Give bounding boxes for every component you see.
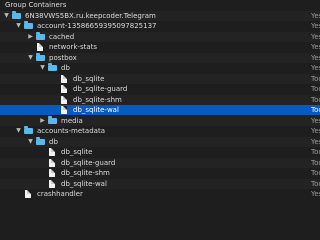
file-row[interactable]: network-stats Yes [0,42,320,52]
kind-column-cell: Yes [311,43,320,51]
document-icon [49,158,55,167]
group-header[interactable]: Group Containers [0,0,320,10]
folder-icon [12,10,21,19]
document-icon [61,95,67,104]
item-name: db_sqlite-wal [73,106,119,114]
item-name: accounts-metadata [37,127,105,135]
folder-row[interactable]: ▶ media Yes [0,115,320,126]
file-row[interactable]: db_sqlite-guard Too [0,84,320,94]
document-icon [61,106,67,114]
folder-icon [24,126,33,134]
item-name: Group Containers [5,1,67,9]
folder-row[interactable]: ▼ db Yes [0,63,320,73]
document-icon [49,148,55,156]
item-name: network-stats [49,43,98,51]
item-name: db [49,137,58,146]
file-row[interactable]: crashhandler Yes [0,189,320,199]
document-icon [49,169,55,177]
kind-column-cell: Yes [311,22,320,30]
file-row[interactable]: db_sqlite-guard Too [0,157,320,168]
disclosure-open-icon[interactable]: ▼ [27,137,34,147]
kind-column-cell: Yes [311,11,320,20]
folder-row[interactable]: ▼ postbox Yes [0,52,320,63]
kind-column-cell: Yes [311,64,320,72]
file-tree: Group Containers ▼ 6N38VWS5BX.ru.keepcoder… [0,0,320,200]
document-icon [25,190,31,198]
kind-column-cell: Too [311,158,320,167]
item-name: db_sqlite-wal [61,179,107,188]
kind-column-cell: Yes [311,53,320,62]
item-name: crashhandler [37,190,83,198]
document-icon [37,43,43,51]
item-name: db [61,64,70,72]
kind-column-cell: Too [311,169,320,177]
disclosure-open-icon[interactable]: ▼ [15,21,22,31]
disclosure-closed-icon[interactable]: ▶ [39,116,46,126]
disclosure-closed-icon[interactable]: ▶ [27,32,34,42]
item-name: account-13586659395097825137 [37,22,157,30]
file-row[interactable]: db_sqlite-wal Too [0,178,320,189]
item-name: db_sqlite-shm [61,169,110,177]
disclosure-open-icon[interactable]: ▼ [3,11,10,21]
folder-icon [48,63,57,71]
folder-row[interactable]: ▶ cached Yes [0,31,320,42]
item-name: db_sqlite-guard [61,158,116,167]
disclosure-open-icon[interactable]: ▼ [39,63,46,73]
folder-icon [36,31,45,40]
item-name: db_sqlite-shm [73,95,122,104]
document-icon [61,74,67,83]
disclosure-open-icon[interactable]: ▼ [27,53,34,63]
document-icon [61,85,67,93]
kind-column-cell: Yes [311,127,320,135]
item-name: 6N38VWS5BX.ru.keepcoder.Telegram [25,11,156,20]
file-row[interactable]: db_sqlite-shm Too [0,168,320,178]
file-row[interactable]: db_sqlite Too [0,73,320,84]
kind-column-cell: Yes [311,32,320,41]
folder-row[interactable]: ▼ 6N38VWS5BX.ru.keepcoder.Telegram Yes [0,10,320,21]
kind-column-cell: Too [311,95,320,104]
item-name: postbox [49,53,77,62]
file-row[interactable]: db_sqlite Too [0,147,320,157]
item-name: db_sqlite-guard [73,85,128,93]
item-name: media [61,116,83,125]
item-name: cached [49,32,75,41]
folder-icon [24,21,33,29]
folder-icon [36,136,45,145]
file-row[interactable]: db_sqlite-wal Too [0,105,320,115]
item-name: db_sqlite [73,74,105,83]
kind-column-cell: Too [311,148,320,156]
kind-column-cell: Too [311,179,320,188]
file-row[interactable]: db_sqlite-shm Too [0,94,320,105]
kind-column-cell: Yes [311,116,320,125]
kind-column-cell: Too [311,74,320,83]
document-icon [49,179,55,188]
disclosure-open-icon[interactable]: ▼ [15,126,22,136]
kind-column-cell: Yes [311,137,320,146]
kind-column-cell: Too [311,106,320,114]
kind-column-cell: Too [311,85,320,93]
folder-row[interactable]: ▼ db Yes [0,136,320,147]
folder-row[interactable]: ▼ account-13586659395097825137 Yes [0,21,320,31]
folder-row[interactable]: ▼ accounts-metadata Yes [0,126,320,136]
kind-column-cell: Yes [311,190,320,198]
folder-icon [36,52,45,61]
folder-icon [48,115,57,124]
item-name: db_sqlite [61,148,93,156]
